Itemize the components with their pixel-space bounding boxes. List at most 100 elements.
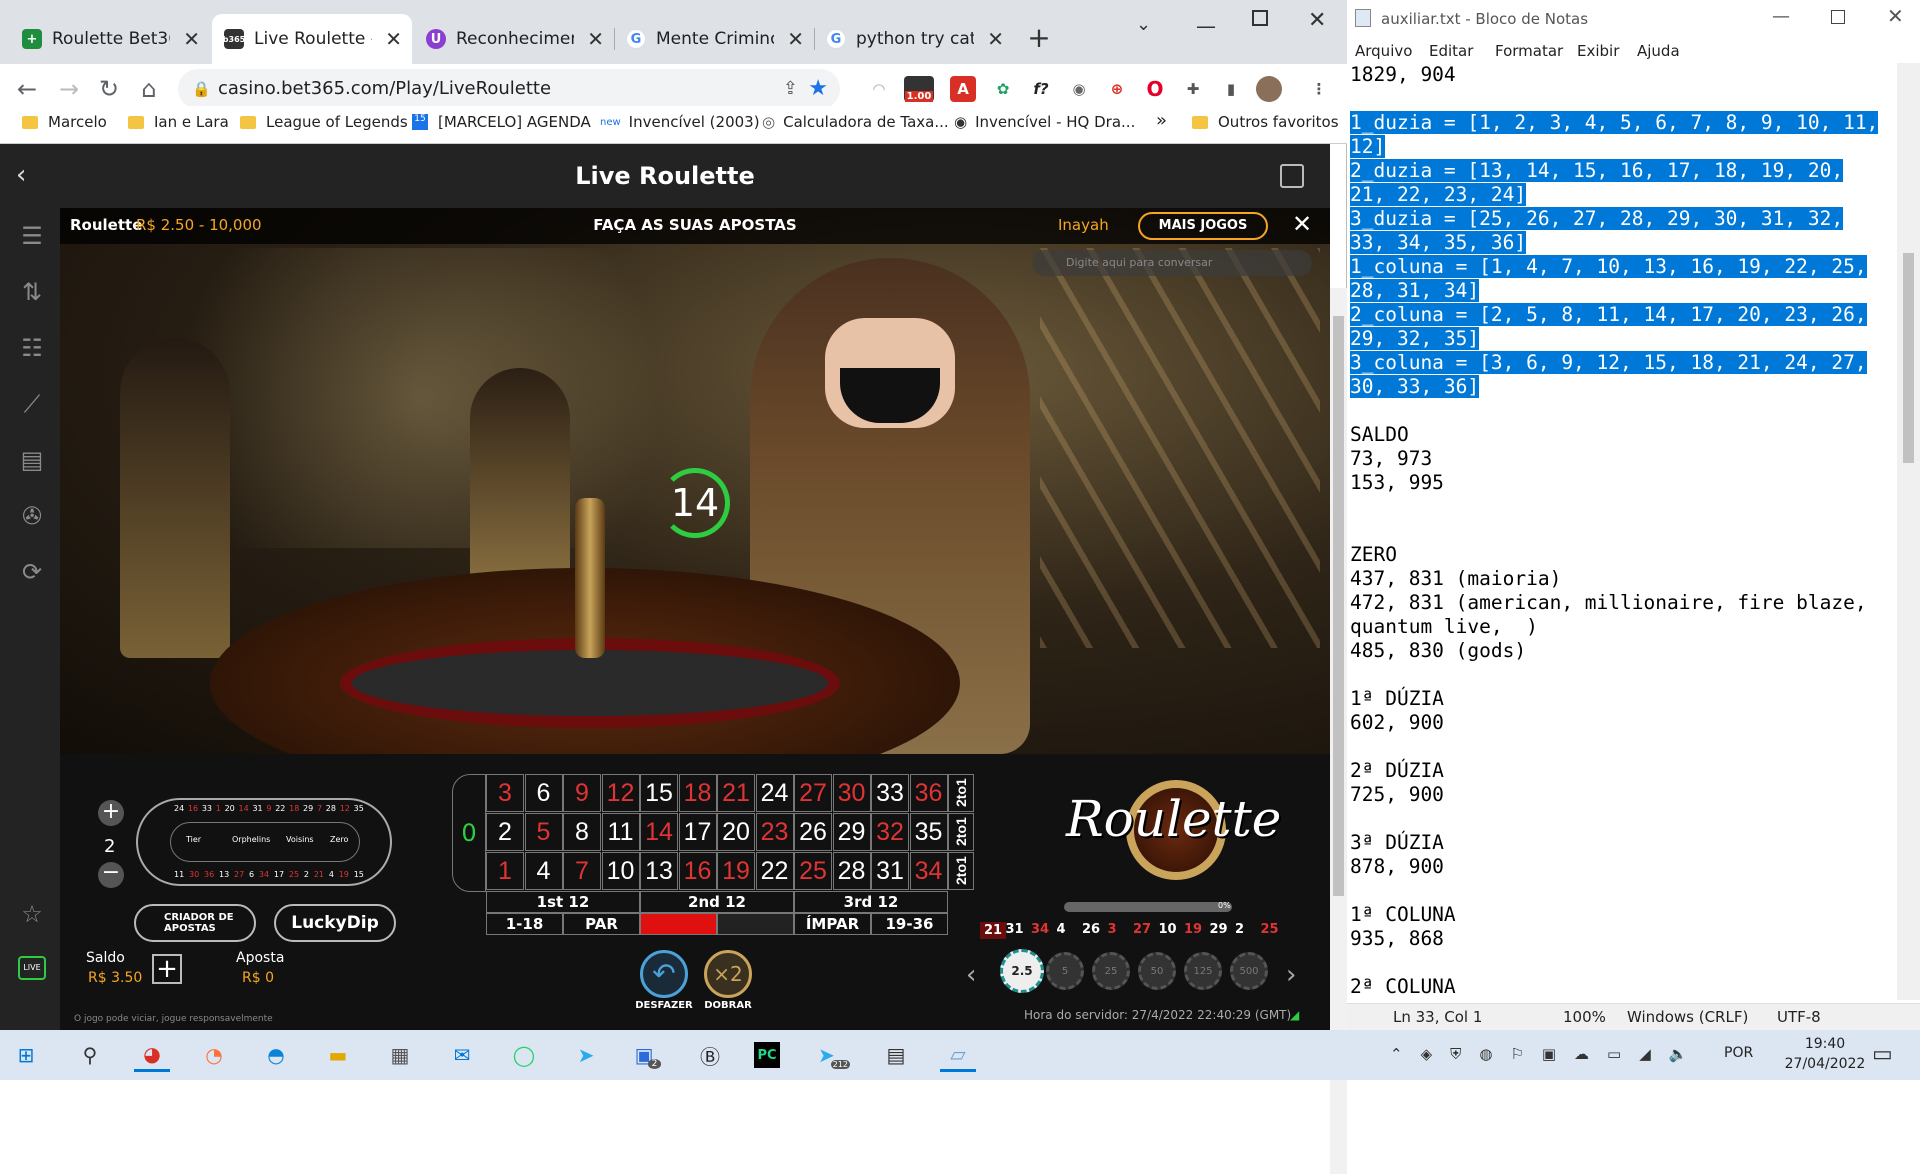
bet-column-2[interactable]: 2to1 (948, 813, 974, 851)
notification-icon[interactable]: ▭ (1872, 1042, 1893, 1067)
racetrack-number[interactable]: 22 (275, 804, 285, 813)
camera-icon[interactable]: ◉ (1066, 76, 1092, 102)
red-extension-icon[interactable]: ⊕ (1104, 76, 1130, 102)
racetrack-number[interactable]: 12 (340, 804, 350, 813)
clock-time[interactable]: 19:40 (1790, 1036, 1860, 1052)
chrome-icon[interactable]: ◕ (134, 1038, 170, 1072)
bet-number-28[interactable]: 28 (832, 852, 871, 890)
racetrack-number[interactable]: 1 (216, 804, 221, 813)
racetrack-number[interactable]: 16 (188, 804, 198, 813)
bet-number-2[interactable]: 2 (486, 813, 524, 851)
mail-icon[interactable]: ✉ (444, 1038, 480, 1072)
tab-mente-criminosa[interactable]: G Mente Criminosa ✕ (614, 14, 814, 64)
lucky-dip-button[interactable]: LuckyDip (274, 904, 396, 942)
refresh-icon[interactable]: ⟳ (18, 558, 46, 586)
bookmark-marcelo[interactable]: Marcelo (22, 113, 107, 131)
racetrack-number[interactable]: 19 (339, 870, 349, 879)
bet-number-6[interactable]: 6 (524, 774, 563, 812)
bet-number-19[interactable]: 19 (717, 852, 755, 890)
minimize-icon[interactable]: — (1196, 14, 1216, 38)
app-icon[interactable]: ▤ (878, 1038, 914, 1072)
racetrack-number[interactable]: 18 (289, 804, 299, 813)
bookmark-calculadora[interactable]: ◎ Calculadora de Taxa... (762, 113, 949, 131)
chat-input[interactable]: Digite aqui para conversar (1032, 250, 1312, 276)
chip-2.5[interactable]: 2.5 (1000, 949, 1044, 993)
bet-number-1[interactable]: 1 (486, 852, 524, 890)
racetrack-plus-button[interactable]: + (98, 800, 124, 826)
racetrack-number[interactable]: 36 (204, 870, 214, 879)
more-bookmarks-button[interactable]: » (1156, 110, 1167, 131)
bet-number-20[interactable]: 20 (717, 813, 755, 851)
minimize-icon[interactable]: — (1772, 6, 1790, 27)
bet-number-23[interactable]: 23 (755, 813, 794, 851)
bet-creator-button[interactable]: CRIADOR DE APOSTAS (134, 904, 256, 942)
share-icon[interactable]: ⇪ (783, 69, 798, 109)
file-explorer-icon[interactable]: ▬ (320, 1038, 356, 1072)
telegram-icon[interactable]: ➤ 212 (816, 1038, 852, 1072)
bet-number-25[interactable]: 25 (794, 852, 832, 890)
bet-number-11[interactable]: 11 (601, 813, 640, 851)
bet-number-10[interactable]: 10 (601, 852, 640, 890)
racetrack-number[interactable]: 17 (274, 870, 284, 879)
live-icon[interactable]: LIVE (18, 956, 46, 980)
extensions-puzzle-icon[interactable]: ✚ (1180, 76, 1206, 102)
bet-red[interactable] (640, 913, 717, 935)
racetrack-tier[interactable]: Tier (186, 835, 201, 844)
bet-number-7[interactable]: 7 (563, 852, 601, 890)
racetrack-number[interactable]: 13 (219, 870, 229, 879)
bet-column-3[interactable]: 2to1 (948, 774, 974, 812)
racetrack-minus-button[interactable]: − (98, 862, 124, 888)
racetrack-orphelins[interactable]: Orphelins (232, 835, 270, 844)
racetrack-number[interactable]: 11 (174, 870, 184, 879)
bet-number-12[interactable]: 12 (601, 774, 640, 812)
notepad-text-area[interactable]: 1829, 904 1_duzia = [1, 2, 3, 4, 5, 6, 7… (1347, 63, 1897, 1000)
deposit-button[interactable]: + (152, 954, 182, 984)
bet-number-34[interactable]: 34 (909, 852, 948, 890)
menu-ajuda[interactable]: Ajuda (1637, 42, 1680, 60)
notepad-scrollbar[interactable] (1897, 63, 1920, 1000)
bet-zero[interactable]: 0 (452, 774, 486, 892)
bet-dozen-2[interactable]: 2nd 12 (640, 891, 794, 913)
bet-number-29[interactable]: 29 (832, 813, 871, 851)
favorite-star-icon[interactable]: ☆ (18, 900, 46, 928)
bet-number-13[interactable]: 13 (640, 852, 678, 890)
close-icon[interactable]: ✕ (183, 27, 200, 51)
telegram-icon[interactable]: ➤ (568, 1038, 604, 1072)
bet-number-27[interactable]: 27 (794, 774, 832, 812)
chip-500[interactable]: 500 (1230, 952, 1268, 990)
bet-number-31[interactable]: 31 (871, 852, 909, 890)
racetrack-number[interactable]: 4 (329, 870, 334, 879)
menu-dots-icon[interactable]: ⋮ (1306, 76, 1332, 102)
close-icon[interactable]: ✕ (987, 27, 1004, 51)
racetrack[interactable]: Tier Orphelins Voisins Zero 24 16 33 1 20 14 3… (136, 798, 392, 886)
undo-button[interactable]: ↶ (640, 950, 688, 998)
system-tray-icons[interactable]: ⌃◈⛨◍⚐▣☁▭◢🔈 (1390, 1045, 1705, 1063)
address-bar[interactable]: 🔒 casino.bet365.com/Play/LiveRoulette ⇪ … (178, 69, 840, 109)
scrollbar-thumb[interactable] (1333, 316, 1344, 896)
tab-roulette-bet365[interactable]: + Roulette Bet365 - ✕ (10, 14, 210, 64)
bet-column-1[interactable]: 2to1 (948, 852, 974, 890)
home-icon[interactable]: ⌂ (132, 72, 166, 106)
new-tab-button[interactable]: + (1022, 22, 1056, 56)
racetrack-number[interactable]: 24 (174, 804, 184, 813)
bitcoin-icon[interactable]: Ⓑ (692, 1038, 728, 1072)
popout-icon[interactable] (1280, 164, 1304, 188)
racetrack-number[interactable]: 34 (259, 870, 269, 879)
bet-number-15[interactable]: 15 (640, 774, 678, 812)
bet-number-24[interactable]: 24 (755, 774, 794, 812)
racetrack-number[interactable]: 7 (317, 804, 322, 813)
chip-50[interactable]: 50 (1138, 952, 1176, 990)
bet-number-17[interactable]: 17 (678, 813, 717, 851)
extension-icon[interactable]: ◠ (866, 76, 892, 102)
formula-icon[interactable]: f? (1028, 76, 1054, 102)
maximize-icon[interactable] (1831, 10, 1845, 24)
bet-number-5[interactable]: 5 (524, 813, 563, 851)
bet-high[interactable]: 19-36 (871, 913, 948, 935)
menu-formatar[interactable]: Formatar (1495, 42, 1563, 60)
edge-icon[interactable]: ◓ (258, 1038, 294, 1072)
close-icon[interactable]: ✕ (587, 27, 604, 51)
forward-icon[interactable]: → (52, 72, 86, 106)
chip-next-icon[interactable]: › (1286, 960, 1296, 990)
green-extension-icon[interactable]: ✿ (990, 76, 1016, 102)
bookmark-invencivel-hq[interactable]: ◉ Invencível - HQ Dra... (954, 113, 1135, 131)
